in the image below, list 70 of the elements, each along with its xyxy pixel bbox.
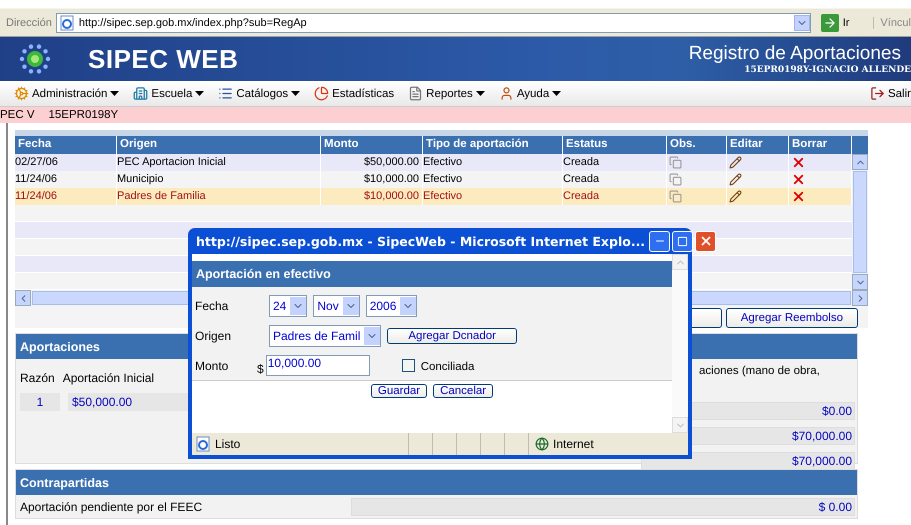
ratio-value: 1 bbox=[20, 393, 60, 411]
logo-icon bbox=[18, 42, 52, 76]
date-select[interactable]: 24 bbox=[269, 295, 308, 317]
delete-icon[interactable] bbox=[791, 155, 806, 170]
edit-icon[interactable] bbox=[729, 156, 742, 169]
add-donor-button[interactable]: Agregar Dcnador bbox=[387, 328, 517, 344]
menu-item[interactable]: Administración bbox=[14, 86, 120, 101]
save-button[interactable]: Guardar bbox=[370, 384, 428, 398]
date-select[interactable]: 2006 bbox=[366, 295, 418, 317]
close-button[interactable] bbox=[695, 230, 716, 252]
delete-icon[interactable] bbox=[791, 189, 806, 204]
person-icon bbox=[498, 86, 514, 101]
list-icon bbox=[218, 86, 234, 101]
notes-icon[interactable] bbox=[669, 173, 682, 186]
field-label: Fecha bbox=[195, 298, 230, 315]
address-label: Dirección bbox=[6, 17, 52, 29]
panel-title: Contrapartidas bbox=[16, 470, 857, 495]
form-title: Aportación en efectivo bbox=[192, 261, 672, 287]
pending-value: $ 0.00 bbox=[351, 498, 855, 516]
pie-chart-icon bbox=[314, 86, 330, 101]
cancel-button[interactable]: Cancelar bbox=[433, 384, 494, 398]
table-row[interactable]: 02/27/06 PEC Aportacion Inicial $50,000.00 Efectivo Creada bbox=[15, 154, 852, 171]
gear-icon bbox=[14, 86, 29, 101]
menu-item[interactable]: Ayuda bbox=[498, 86, 562, 101]
checkbox[interactable] bbox=[402, 359, 415, 372]
notes-icon[interactable] bbox=[669, 156, 682, 169]
page-icon bbox=[195, 436, 211, 452]
minimize-button[interactable] bbox=[649, 230, 670, 252]
document-icon bbox=[408, 86, 424, 101]
edit-icon[interactable] bbox=[729, 190, 742, 203]
add-refund-button[interactable]: Agregar Reembolso bbox=[726, 308, 858, 328]
program-label: PEC V bbox=[0, 109, 35, 121]
globe-icon bbox=[535, 437, 549, 451]
maximize-button[interactable] bbox=[672, 230, 694, 252]
menu-item[interactable]: Escuela bbox=[133, 86, 204, 101]
menu-item[interactable]: Reportes bbox=[408, 86, 485, 101]
building-icon bbox=[133, 86, 148, 101]
status-text: Listo bbox=[215, 437, 240, 451]
logout-button[interactable]: Salir bbox=[870, 86, 911, 101]
column-label: Razón bbox=[20, 371, 55, 385]
site-title: SIPEC WEB bbox=[88, 44, 238, 74]
field-label: Monto bbox=[195, 358, 230, 375]
page-icon bbox=[58, 15, 75, 31]
date-select[interactable]: Nov bbox=[313, 295, 360, 317]
column-label: aciones (mano de obra, bbox=[698, 365, 821, 379]
column-label: Aportación Inicial bbox=[62, 371, 154, 385]
program-label: 15EPR0198Y bbox=[48, 109, 118, 121]
go-button[interactable]: Ir bbox=[814, 14, 856, 32]
table-row[interactable]: 11/24/06 Padres de Familia $10,000.00 Efectivo Creada bbox=[15, 188, 852, 205]
table-row[interactable]: 11/24/06 Municipio $10,000.00 Efectivo Creada bbox=[15, 171, 852, 188]
zone-label: Internet bbox=[553, 437, 594, 451]
address-field[interactable]: http://sipec.sep.gob.mx/index.php?sub=RegAp bbox=[56, 13, 811, 33]
vertical-scrollbar[interactable] bbox=[852, 154, 868, 290]
notes-icon[interactable] bbox=[669, 190, 682, 203]
links-label: Víncul bbox=[873, 17, 911, 29]
close-icon bbox=[698, 234, 713, 248]
menu-item[interactable]: Catálogos bbox=[218, 86, 300, 101]
exit-icon bbox=[870, 86, 885, 101]
origin-select[interactable]: Padres de Famil bbox=[269, 325, 382, 347]
pending-label: Aportación pendiente por el FEEC bbox=[20, 500, 202, 514]
school-name: 15EPR0198Y-IGNACIO ALLENDE bbox=[744, 65, 911, 75]
edit-icon[interactable] bbox=[729, 173, 742, 186]
currency-label: $ bbox=[257, 362, 264, 376]
window-title: http://sipec.sep.gob.mx - SipecWeb - Microsoft Internet Explo... bbox=[196, 234, 646, 248]
menu-item[interactable]: Estadísticas bbox=[314, 86, 394, 101]
checkbox-label: Conciliada bbox=[420, 360, 474, 372]
delete-icon[interactable] bbox=[791, 172, 806, 187]
page-title: Registro de Aportaciones bbox=[688, 43, 901, 65]
maximize-icon bbox=[677, 236, 688, 246]
amount-input[interactable]: 10,000.00 bbox=[266, 355, 370, 376]
